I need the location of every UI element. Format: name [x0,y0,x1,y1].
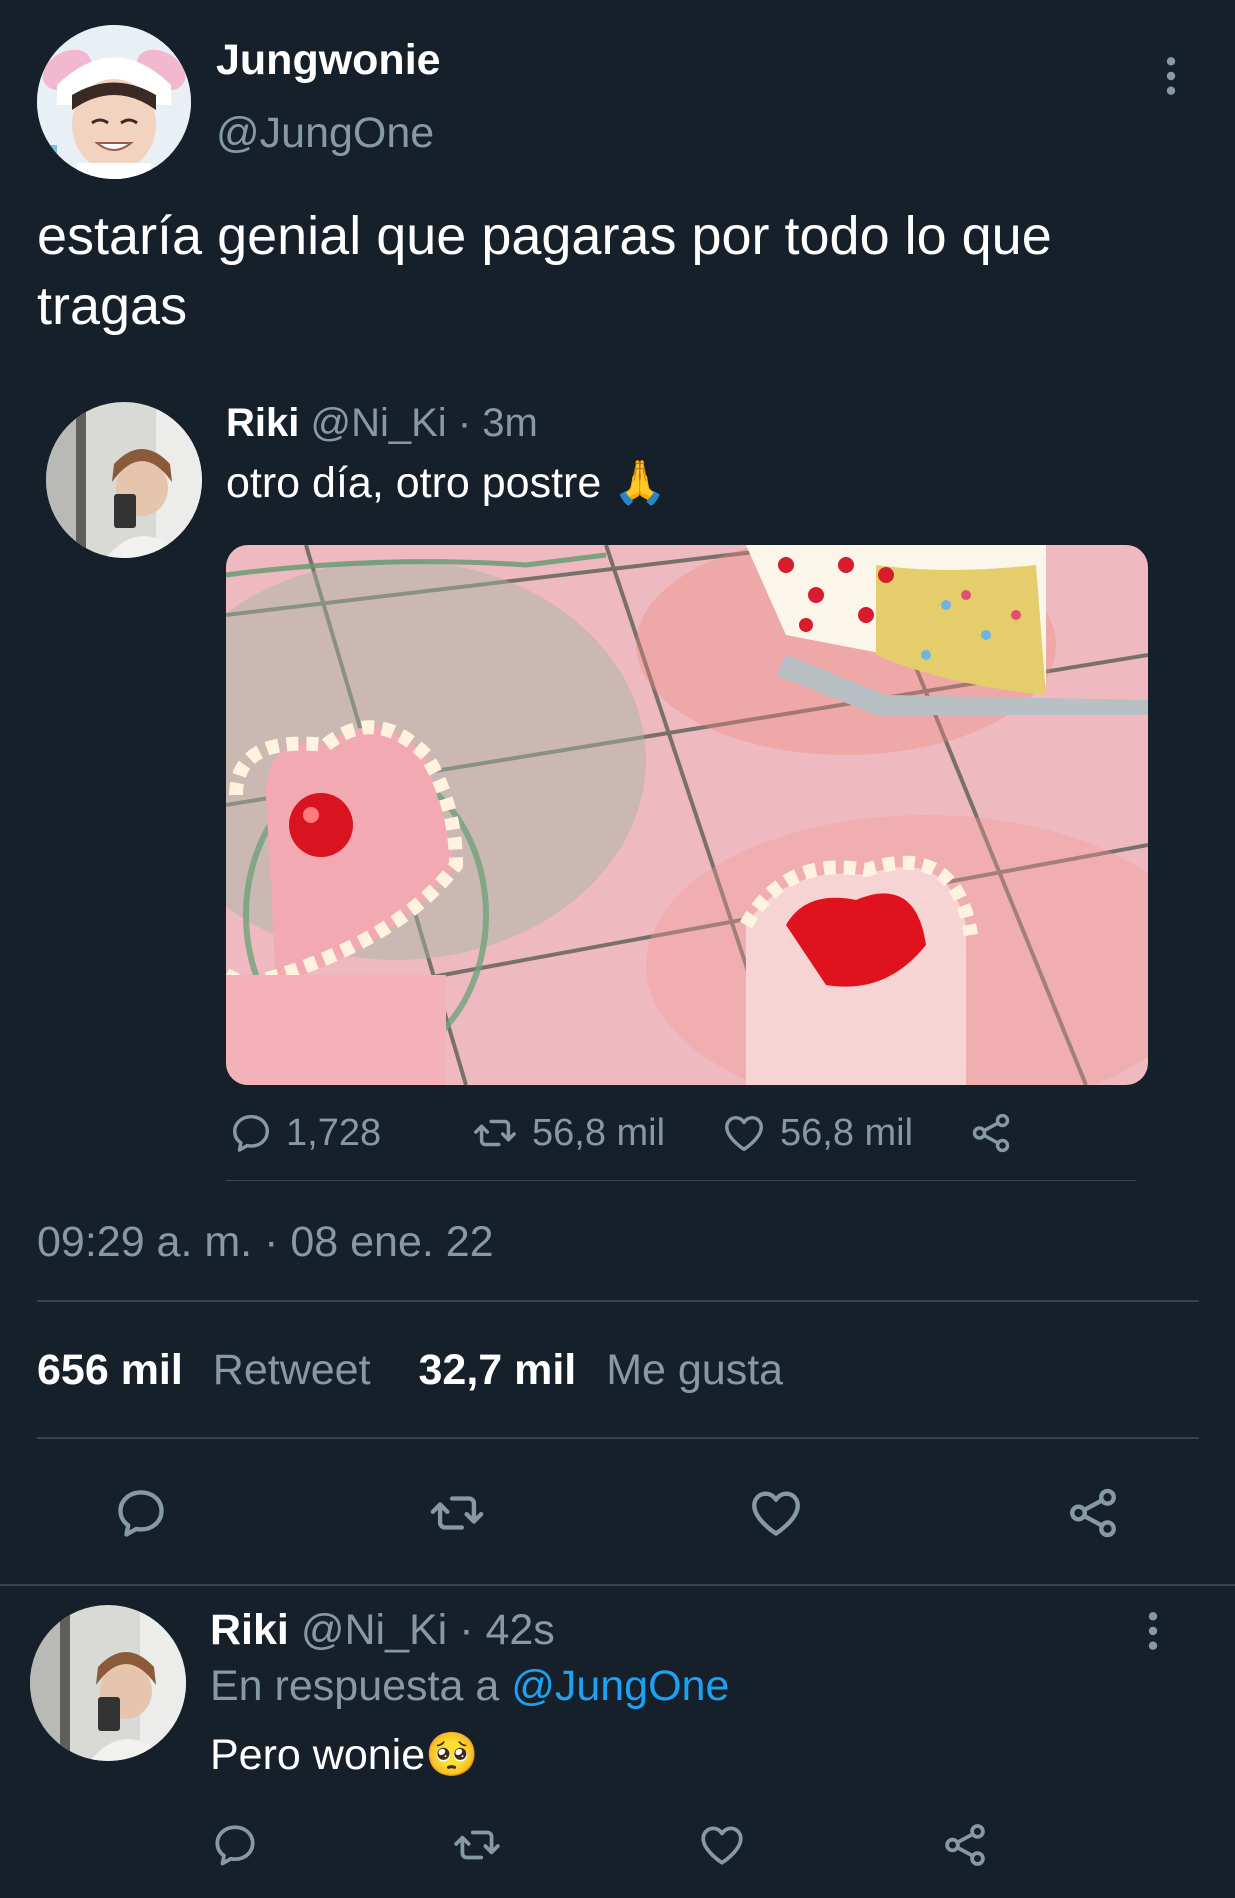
author-avatar[interactable] [37,25,191,179]
retweet-label[interactable]: Retweet [213,1346,371,1394]
quoted-reply-stat[interactable]: 1,728 [228,1110,381,1156]
share-icon [940,1820,990,1870]
counts-divider [37,1437,1199,1439]
heart-icon [720,1110,768,1156]
quoted-reply-count: 1,728 [286,1111,382,1154]
reply-time: · 42s [459,1606,555,1654]
quoted-author-handle[interactable]: @Ni_Ki [310,401,446,445]
quoted-like-count: 56,8 mil [780,1111,914,1154]
more-vertical-icon[interactable] [1164,55,1178,97]
heart-icon [696,1820,748,1870]
in-reply-to-label: En respuesta a [210,1662,500,1710]
share-icon [968,1110,1014,1156]
quoted-like-stat[interactable]: 56,8 mil [720,1110,913,1156]
quoted-retweet-count: 56,8 mil [532,1111,666,1154]
reply-icon [112,1484,170,1542]
heart-icon [746,1484,806,1542]
quoted-media-image[interactable] [226,545,1148,1085]
retweet-icon [426,1484,488,1542]
quoted-author-name[interactable]: Riki [226,401,299,445]
reply-author-avatar[interactable] [30,1605,186,1761]
reply-icon [228,1110,274,1156]
retweet-button[interactable] [426,1484,488,1542]
reply-like-button[interactable] [696,1820,748,1870]
quoted-share-stat[interactable] [968,1110,1026,1156]
timestamp-divider [37,1300,1199,1302]
retweet-icon [470,1110,520,1156]
author-handle[interactable]: @JungOne [216,109,434,158]
reply-share-button[interactable] [940,1820,990,1870]
reply-author-handle[interactable]: @Ni_Ki [301,1606,447,1654]
retweet-icon [450,1820,504,1870]
quoted-time: · 3m [457,401,538,445]
reply-button[interactable] [112,1484,170,1542]
author-name[interactable]: Jungwonie [216,36,441,85]
reply-icon [210,1820,260,1870]
quoted-text: otro día, otro postre 🙏 [226,459,667,507]
like-count[interactable]: 32,7 mil [418,1346,576,1394]
quoted-author-avatar[interactable] [46,402,202,558]
like-label[interactable]: Me gusta [606,1346,783,1394]
section-divider [0,1584,1235,1586]
tweet-text: estaría genial que pagaras por todo lo q… [37,206,1052,336]
reply-reply-button[interactable] [210,1820,260,1870]
reply-retweet-button[interactable] [450,1820,504,1870]
share-button[interactable] [1064,1484,1122,1542]
retweet-count[interactable]: 656 mil [37,1346,183,1394]
quoted-retweet-stat[interactable]: 56,8 mil [470,1110,665,1156]
share-icon [1064,1484,1122,1542]
tweet-timestamp[interactable]: 09:29 a. m. · 08 ene. 22 [37,1218,494,1267]
reply-text: Pero wonie🥺 [210,1731,479,1779]
quoted-stats-divider [226,1180,1136,1181]
reply-more-vertical-icon[interactable] [1146,1610,1160,1652]
like-button[interactable] [746,1484,806,1542]
reply-author-name[interactable]: Riki [210,1606,289,1654]
in-reply-to-handle[interactable]: @JungOne [511,1662,729,1710]
